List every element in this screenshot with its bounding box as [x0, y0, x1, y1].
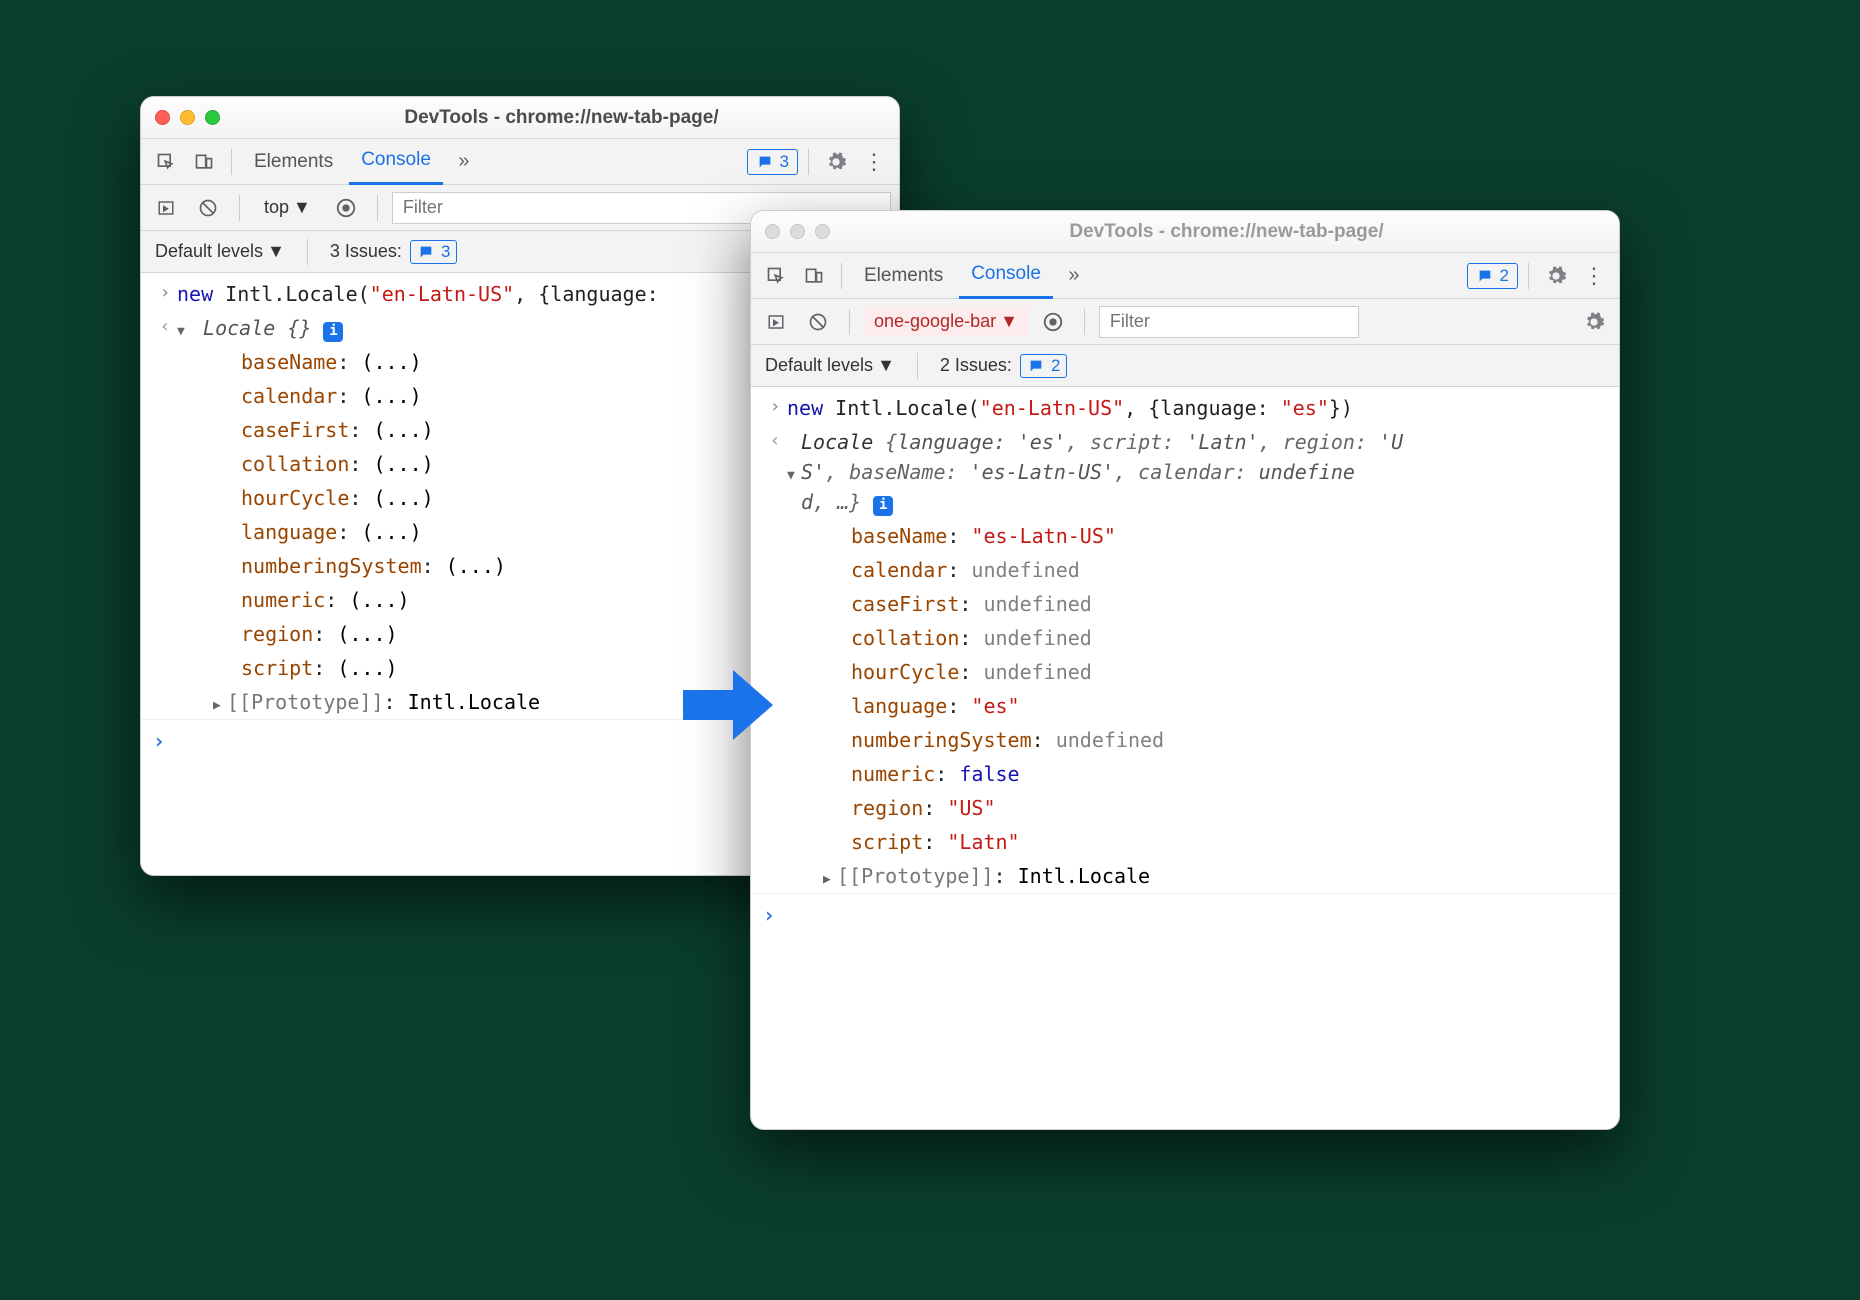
console-prompt[interactable]: ›: [751, 893, 1619, 936]
gear-icon[interactable]: [819, 145, 853, 179]
device-toggle-icon[interactable]: [797, 259, 831, 293]
input-marker-icon: ›: [153, 279, 177, 309]
traffic-lights: [765, 224, 830, 239]
disclosure-right-icon[interactable]: ▶: [823, 870, 837, 890]
info-badge-icon[interactable]: i: [323, 322, 343, 342]
console-body: › new Intl.Locale("en-Latn-US", {languag…: [751, 387, 1619, 948]
issues-badge[interactable]: 3: [747, 149, 798, 175]
property-row[interactable]: hourCycle: undefined: [751, 655, 1619, 689]
separator: [377, 195, 378, 221]
window-title: DevTools - chrome://new-tab-page/: [848, 221, 1605, 243]
prompt-marker-icon: ›: [763, 900, 787, 930]
output-marker-icon: ‹: [153, 313, 177, 343]
devtools-window-right: DevTools - chrome://new-tab-page/ Elemen…: [750, 210, 1620, 1130]
clear-console-icon[interactable]: [191, 191, 225, 225]
issues-link[interactable]: 2 Issues: 2: [940, 354, 1068, 378]
separator: [231, 149, 232, 175]
context-selector[interactable]: top ▼: [254, 193, 321, 222]
live-expression-icon[interactable]: [329, 191, 363, 225]
kebab-icon[interactable]: ⋮: [857, 145, 891, 179]
console-result-summary[interactable]: ‹ ▼Locale {language: 'es', script: 'Latn…: [751, 425, 1619, 519]
chevron-down-icon: ▼: [267, 241, 285, 262]
property-row[interactable]: calendar: undefined: [751, 553, 1619, 587]
property-row[interactable]: baseName: "es-Latn-US": [751, 519, 1619, 553]
minimize-icon[interactable]: [180, 110, 195, 125]
prototype-row[interactable]: ▶[[Prototype]]: Intl.Locale: [751, 859, 1619, 893]
issues-count: 3: [780, 152, 789, 172]
disclosure-down-icon[interactable]: ▼: [177, 322, 191, 342]
close-icon[interactable]: [765, 224, 780, 239]
chevron-down-icon: ▼: [877, 355, 895, 376]
log-levels-dropdown[interactable]: Default levels ▼: [155, 241, 285, 262]
chevron-down-icon: ▼: [1000, 311, 1018, 332]
input-marker-icon: ›: [763, 393, 787, 423]
kebab-icon[interactable]: ⋮: [1577, 259, 1611, 293]
prompt-marker-icon: ›: [153, 726, 177, 756]
level-bar: Default levels ▼ 2 Issues: 2: [751, 345, 1619, 387]
toggle-sidebar-icon[interactable]: [759, 305, 793, 339]
property-row[interactable]: collation: undefined: [751, 621, 1619, 655]
inspect-icon[interactable]: [149, 145, 183, 179]
console-input-echo: › new Intl.Locale("en-Latn-US", {languag…: [751, 391, 1619, 425]
live-expression-icon[interactable]: [1036, 305, 1070, 339]
console-settings-icon[interactable]: [1577, 305, 1611, 339]
minimize-icon[interactable]: [790, 224, 805, 239]
toggle-sidebar-icon[interactable]: [149, 191, 183, 225]
issues-badge[interactable]: 2: [1467, 263, 1518, 289]
property-row[interactable]: language: "es": [751, 689, 1619, 723]
disclosure-down-icon[interactable]: ▼: [787, 466, 801, 486]
window-title: DevTools - chrome://new-tab-page/: [238, 107, 885, 129]
separator: [1084, 309, 1085, 335]
tab-elements[interactable]: Elements: [852, 254, 955, 298]
property-row[interactable]: numeric: false: [751, 757, 1619, 791]
separator: [841, 263, 842, 289]
separator: [307, 239, 308, 265]
arrow-right-icon: [678, 660, 778, 750]
context-selector[interactable]: one-google-bar ▼: [864, 307, 1028, 336]
more-tabs-icon[interactable]: »: [447, 145, 481, 179]
device-toggle-icon[interactable]: [187, 145, 221, 179]
property-row[interactable]: script: "Latn": [751, 825, 1619, 859]
maximize-icon[interactable]: [815, 224, 830, 239]
tab-console[interactable]: Console: [349, 139, 443, 185]
tabbar: Elements Console » 2 ⋮: [751, 253, 1619, 299]
issues-link[interactable]: 3 Issues: 3: [330, 240, 458, 264]
titlebar: DevTools - chrome://new-tab-page/: [751, 211, 1619, 253]
tabbar: Elements Console » 3 ⋮: [141, 139, 899, 185]
separator: [849, 309, 850, 335]
separator: [239, 195, 240, 221]
titlebar: DevTools - chrome://new-tab-page/: [141, 97, 899, 139]
tab-console[interactable]: Console: [959, 253, 1053, 299]
clear-console-icon[interactable]: [801, 305, 835, 339]
filter-input[interactable]: [1099, 306, 1359, 338]
console-controlbar: one-google-bar ▼: [751, 299, 1619, 345]
close-icon[interactable]: [155, 110, 170, 125]
chevron-down-icon: ▼: [293, 197, 311, 218]
separator: [1528, 263, 1529, 289]
separator: [808, 149, 809, 175]
property-row[interactable]: numberingSystem: undefined: [751, 723, 1619, 757]
issues-count: 2: [1500, 266, 1509, 286]
log-levels-dropdown[interactable]: Default levels ▼: [765, 355, 895, 376]
info-badge-icon[interactable]: i: [873, 496, 893, 516]
gear-icon[interactable]: [1539, 259, 1573, 293]
maximize-icon[interactable]: [205, 110, 220, 125]
property-row[interactable]: caseFirst: undefined: [751, 587, 1619, 621]
separator: [917, 353, 918, 379]
traffic-lights: [155, 110, 220, 125]
property-row[interactable]: region: "US": [751, 791, 1619, 825]
inspect-icon[interactable]: [759, 259, 793, 293]
more-tabs-icon[interactable]: »: [1057, 259, 1091, 293]
output-marker-icon: ‹: [763, 427, 787, 517]
tab-elements[interactable]: Elements: [242, 140, 345, 184]
disclosure-right-icon[interactable]: ▶: [213, 696, 227, 716]
